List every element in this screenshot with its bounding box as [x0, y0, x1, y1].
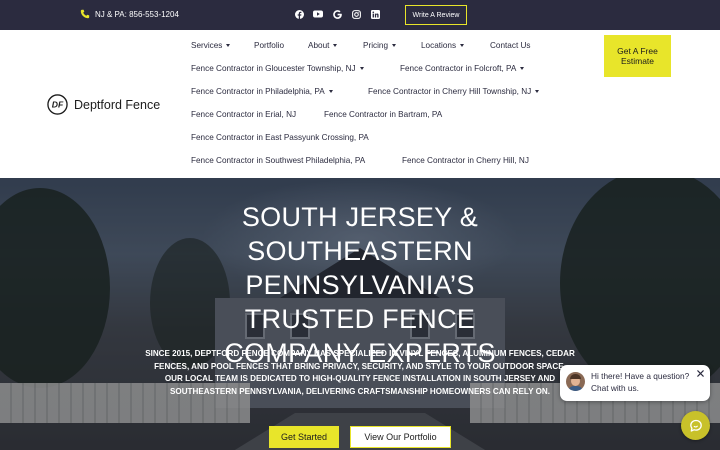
nav-about[interactable]: About [308, 41, 338, 50]
nav-cherry-hill-label: Fence Contractor in Cherry Hill, NJ [402, 156, 529, 165]
chat-icon [689, 419, 702, 432]
nav-erial[interactable]: Fence Contractor in Erial, NJ [191, 110, 296, 119]
nav-about-label: About [308, 41, 330, 50]
view-portfolio-button[interactable]: View Our Portfolio [350, 426, 451, 448]
phone-text: NJ & PA: 856-553-1204 [95, 9, 179, 19]
logo[interactable]: DF Deptford Fence [47, 94, 160, 115]
chevron-down-icon [392, 44, 397, 47]
nav-bartram-label: Fence Contractor in Bartram, PA [324, 110, 443, 119]
chat-launcher-button[interactable] [681, 411, 710, 440]
phone-icon [80, 9, 90, 19]
nav-sw-philadelphia-label: Fence Contractor in Southwest Philadelph… [191, 156, 366, 165]
chevron-down-icon [520, 67, 525, 70]
nav-locations[interactable]: Locations [421, 41, 465, 50]
logo-mark-icon: DF [47, 94, 68, 115]
nav-locations-label: Locations [421, 41, 457, 50]
linkedin-icon[interactable] [370, 9, 380, 19]
google-icon[interactable] [332, 9, 342, 19]
nav-services[interactable]: Services [191, 41, 231, 50]
nav-cherry-hill[interactable]: Fence Contractor in Cherry Hill, NJ [402, 156, 529, 165]
get-started-button[interactable]: Get Started [269, 426, 339, 448]
nav-pricing[interactable]: Pricing [363, 41, 397, 50]
phone-link[interactable]: NJ & PA: 856-553-1204 [80, 9, 179, 19]
youtube-icon[interactable] [313, 9, 323, 19]
chevron-down-icon [535, 90, 540, 93]
nav-gloucester-label: Fence Contractor in Gloucester Township,… [191, 64, 356, 73]
top-bar: NJ & PA: 856-553-1204 Write A Review [0, 0, 720, 30]
close-icon[interactable] [696, 369, 705, 378]
chevron-down-icon [359, 67, 364, 70]
nav-east-passyunk-label: Fence Contractor in East Passyunk Crossi… [191, 133, 369, 142]
nav-east-passyunk[interactable]: Fence Contractor in East Passyunk Crossi… [191, 133, 369, 142]
free-estimate-button[interactable]: Get A Free Estimate [604, 35, 671, 77]
nav-sw-philadelphia[interactable]: Fence Contractor in Southwest Philadelph… [191, 156, 365, 165]
hero-title: SOUTH JERSEY & SOUTHEASTERN PENNSYLVANIA… [224, 202, 496, 368]
nav-folcroft-label: Fence Contractor in Folcroft, PA [400, 64, 517, 73]
hero-description: SINCE 2015, DEPTFORD FENCE COMPANY HAS S… [145, 349, 575, 396]
chevron-down-icon [226, 44, 231, 47]
avatar [566, 372, 585, 391]
nav-philadelphia[interactable]: Fence Contractor in Philadelphia, PA [191, 87, 333, 96]
chevron-down-icon [460, 44, 465, 47]
nav-portfolio[interactable]: Portfolio [254, 41, 284, 50]
facebook-icon[interactable] [294, 9, 304, 19]
nav-philadelphia-label: Fence Contractor in Philadelphia, PA [191, 87, 325, 96]
nav-cherry-hill-township[interactable]: Fence Contractor in Cherry Hill Township… [368, 87, 540, 96]
chat-popup[interactable]: Hi there! Have a question? Chat with us. [560, 365, 710, 401]
instagram-icon[interactable] [351, 9, 361, 19]
chevron-down-icon [328, 90, 333, 93]
chevron-down-icon [333, 44, 338, 47]
nav-bartram[interactable]: Fence Contractor in Bartram, PA [324, 110, 442, 119]
nav-contact[interactable]: Contact Us [490, 41, 531, 50]
social-links [294, 9, 380, 19]
nav-erial-label: Fence Contractor in Erial, NJ [191, 110, 297, 119]
svg-text:DF: DF [52, 100, 64, 110]
brand-name: Deptford Fence [74, 97, 161, 112]
nav-cherry-hill-township-label: Fence Contractor in Cherry Hill Township… [368, 87, 532, 96]
write-review-button[interactable]: Write A Review [405, 5, 467, 25]
nav-contact-label: Contact Us [490, 41, 531, 50]
chat-message: Hi there! Have a question? Chat with us. [591, 371, 690, 393]
nav-folcroft[interactable]: Fence Contractor in Folcroft, PA [400, 64, 525, 73]
nav-pricing-label: Pricing [363, 41, 389, 50]
nav-portfolio-label: Portfolio [254, 41, 285, 50]
site-header: DF Deptford Fence Services Portfolio Abo… [0, 30, 720, 178]
hero-section: SOUTH JERSEY & SOUTHEASTERN PENNSYLVANIA… [0, 178, 720, 450]
nav-services-label: Services [191, 41, 223, 50]
nav-gloucester[interactable]: Fence Contractor in Gloucester Township,… [191, 64, 364, 73]
